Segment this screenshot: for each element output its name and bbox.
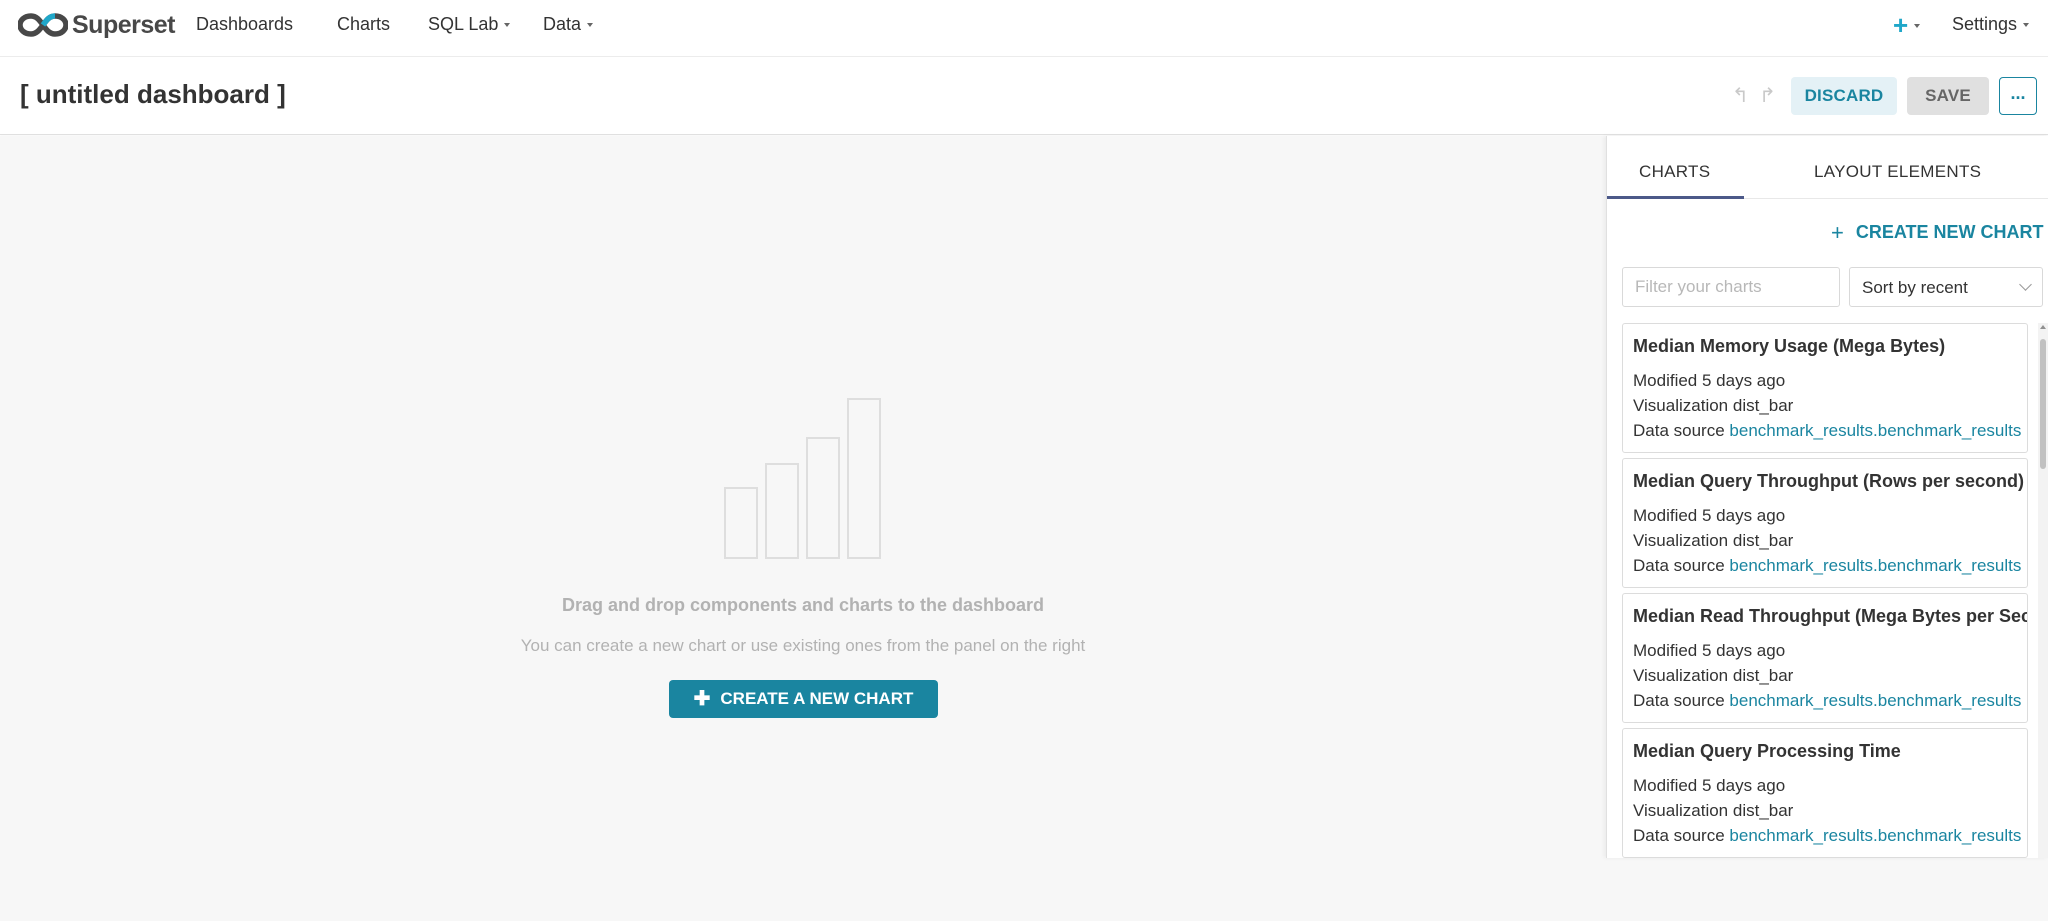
settings-menu[interactable]: Settings <box>1952 14 2030 35</box>
chart-card-datasource: Data source benchmark_results.benchmark_… <box>1633 556 2021 576</box>
nav-item-label: Dashboards <box>196 14 294 34</box>
chart-card-title: Median Read Throughput (Mega Bytes per S… <box>1633 606 2028 626</box>
chart-card-datasource: Data source benchmark_results.benchmark_… <box>1633 421 2021 441</box>
filter-charts-input[interactable] <box>1622 267 1840 307</box>
caret-down-icon <box>1914 23 1921 28</box>
nav-item-label: Charts <box>337 14 391 34</box>
datasource-link[interactable]: benchmark_results.benchmark_results <box>1729 421 2021 440</box>
nav-item-label: Data <box>543 14 582 34</box>
nav-item-dashboards[interactable]: Dashboards <box>196 14 293 35</box>
create-link-label: CREATE NEW CHART <box>1855 222 2044 242</box>
dashboard-header: [ untitled dashboard ] ↰ ↱ DISCARD SAVE … <box>0 57 2048 135</box>
plus-icon: + <box>1831 219 1844 245</box>
create-new-chart-link[interactable]: + CREATE NEW CHART <box>1831 219 2044 245</box>
chart-card-modified: Modified 5 days ago <box>1633 506 1786 525</box>
new-item-menu[interactable]: + <box>1893 10 1921 40</box>
dashboard-title[interactable]: [ untitled dashboard ] <box>20 79 286 110</box>
builder-side-panel: CHARTS LAYOUT ELEMENTS + CREATE NEW CHAR… <box>1606 136 2048 858</box>
chart-card-datasource: Data source benchmark_results.benchmark_… <box>1633 826 2021 846</box>
brand[interactable]: Superset <box>18 10 175 40</box>
chart-card-visualization: Visualization dist_bar <box>1633 666 1794 685</box>
discard-button[interactable]: DISCARD <box>1791 77 1897 115</box>
chart-card-datasource: Data source benchmark_results.benchmark_… <box>1633 691 2021 711</box>
sort-selected-value: Sort by recent <box>1862 278 1968 297</box>
datasource-link[interactable]: benchmark_results.benchmark_results <box>1729 691 2021 710</box>
active-tab-indicator <box>1607 196 1744 199</box>
datasource-link[interactable]: benchmark_results.benchmark_results <box>1729 556 2021 575</box>
tab-charts[interactable]: CHARTS <box>1639 162 1710 182</box>
datasource-label: Data source <box>1633 826 1725 845</box>
redo-icon[interactable]: ↱ <box>1759 83 1776 108</box>
ellipsis-icon: ... <box>2010 82 2026 103</box>
canvas-bottom-strip <box>1606 858 2048 921</box>
chart-card[interactable]: Median Memory Usage (Mega Bytes) Modifie… <box>1622 323 2028 453</box>
scroll-up-icon[interactable] <box>2040 325 2046 329</box>
scrollbar-thumb[interactable] <box>2040 339 2046 469</box>
chart-card-title: Median Query Throughput (Rows per second… <box>1633 471 2025 491</box>
chart-card-modified: Modified 5 days ago <box>1633 641 1786 660</box>
sort-select[interactable]: Sort by recent <box>1849 267 2043 307</box>
panel-tabs: CHARTS LAYOUT ELEMENTS <box>1607 136 2048 199</box>
chevron-down-icon <box>2019 278 2032 291</box>
brand-name: Superset <box>72 10 175 39</box>
chart-card-title: Median Query Processing Time <box>1633 741 1901 761</box>
top-navigation: Superset Dashboards Charts SQL Lab Data … <box>0 0 2048 57</box>
chart-card-visualization: Visualization dist_bar <box>1633 801 1794 820</box>
create-new-chart-button[interactable]: ✚ CREATE A NEW CHART <box>669 680 938 718</box>
chart-card[interactable]: Median Query Throughput (Rows per second… <box>1622 458 2028 588</box>
caret-down-icon <box>2023 23 2030 27</box>
bar-chart-icon <box>724 398 881 559</box>
chart-list: Median Memory Usage (Mega Bytes) Modifie… <box>1622 323 2028 858</box>
superset-logo-icon <box>18 13 68 37</box>
nav-item-sql-lab[interactable]: SQL Lab <box>428 14 511 35</box>
chart-card-title: Median Memory Usage (Mega Bytes) <box>1633 336 1946 356</box>
caret-down-icon <box>587 23 594 27</box>
chart-card-visualization: Visualization dist_bar <box>1633 531 1794 550</box>
empty-state-title: Drag and drop components and charts to t… <box>561 595 1045 615</box>
nav-item-charts[interactable]: Charts <box>337 14 390 35</box>
chart-card-modified: Modified 5 days ago <box>1633 371 1786 390</box>
datasource-link[interactable]: benchmark_results.benchmark_results <box>1729 826 2021 845</box>
plus-icon: + <box>1893 10 1909 40</box>
datasource-label: Data source <box>1633 421 1725 440</box>
more-options-button[interactable]: ... <box>1999 77 2037 115</box>
tab-layout-elements[interactable]: LAYOUT ELEMENTS <box>1814 162 1981 182</box>
empty-state-subtitle: You can create a new chart or use existi… <box>520 636 1086 655</box>
nav-item-label: SQL Lab <box>428 14 499 34</box>
datasource-label: Data source <box>1633 691 1725 710</box>
nav-item-data[interactable]: Data <box>543 14 594 35</box>
chart-card-modified: Modified 5 days ago <box>1633 776 1786 795</box>
settings-label: Settings <box>1952 14 2018 34</box>
undo-icon[interactable]: ↰ <box>1732 83 1749 108</box>
dashboard-canvas[interactable]: Drag and drop components and charts to t… <box>0 136 1606 921</box>
chart-card[interactable]: Median Read Throughput (Mega Bytes per S… <box>1622 593 2028 723</box>
chart-card-visualization: Visualization dist_bar <box>1633 396 1794 415</box>
chart-card[interactable]: Median Query Processing Time Modified 5 … <box>1622 728 2028 858</box>
datasource-label: Data source <box>1633 556 1725 575</box>
caret-down-icon <box>504 23 511 27</box>
save-button[interactable]: SAVE <box>1907 77 1989 115</box>
button-label: CREATE A NEW CHART <box>720 689 914 708</box>
plus-icon: ✚ <box>693 688 711 710</box>
